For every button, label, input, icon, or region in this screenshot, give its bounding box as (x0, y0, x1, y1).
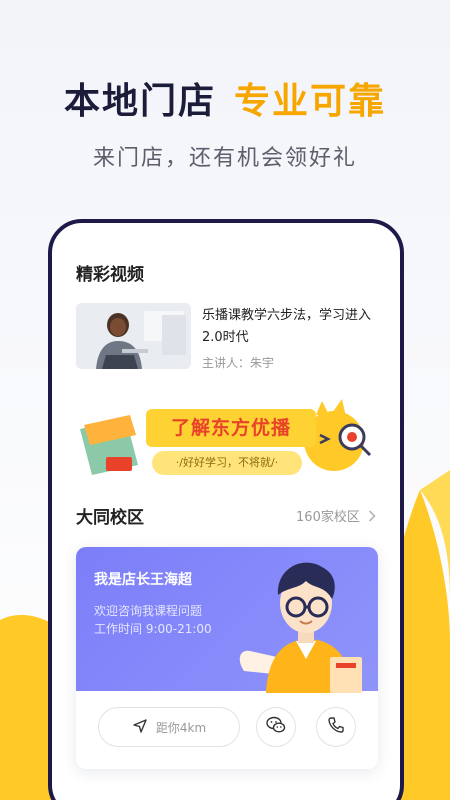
manager-desc-line1: 欢迎咨询我课程问题 (94, 604, 203, 618)
hero-title-accent: 专业可靠 (234, 81, 387, 122)
campus-name: 大同校区 (76, 508, 144, 528)
brand-banner[interactable]: 了解东方优播 ·/好好学习，不将就/· (76, 395, 378, 487)
banner-main-text: 了解东方优播 (146, 409, 316, 447)
wechat-icon (266, 716, 286, 738)
store-manager-card: 我是店长王海超 欢迎咨询我课程问题 工作时间 9:00-21:00 距你4km (76, 547, 378, 769)
hero-title-primary: 本地门店 (63, 81, 216, 122)
navigation-arrow-icon (132, 718, 148, 737)
hero-title: 本地门店 专业可靠 (0, 72, 450, 124)
manager-illustration (239, 562, 362, 693)
campus-count-label: 160家校区 (296, 510, 360, 525)
video-title[interactable]: 乐播课教学六步法，学习进入2.0时代 (202, 305, 382, 349)
manager-description: 欢迎咨询我课程问题 工作时间 9:00-21:00 (94, 602, 212, 638)
distance-label: 距你4km (155, 720, 207, 735)
manager-name: 我是店长王海超 (94, 572, 192, 588)
chevron-right-icon (368, 510, 376, 525)
video-speaker: 主讲人：朱宇 (202, 356, 275, 370)
phone-icon (327, 716, 345, 738)
wechat-button[interactable] (256, 707, 296, 747)
phone-call-button[interactable] (316, 707, 356, 747)
video-thumbnail[interactable] (76, 303, 191, 369)
phone-mockup: 精彩视频 乐播课教学六步法，学习进入2.0时代 主讲人：朱宇 了解东方优播 ·/… (48, 219, 404, 800)
banner-slogan: ·/好好学习，不将就/· (152, 451, 302, 475)
hero-subtitle: 来门店，还有机会领好礼 (92, 146, 357, 171)
manager-desc-line2: 工作时间 9:00-21:00 (94, 622, 212, 636)
campus-count-link[interactable]: 160家校区 (296, 506, 376, 525)
video-thumbnail-image (76, 303, 191, 369)
distance-button[interactable]: 距你4km (98, 707, 240, 747)
featured-section-title: 精彩视频 (76, 265, 144, 285)
